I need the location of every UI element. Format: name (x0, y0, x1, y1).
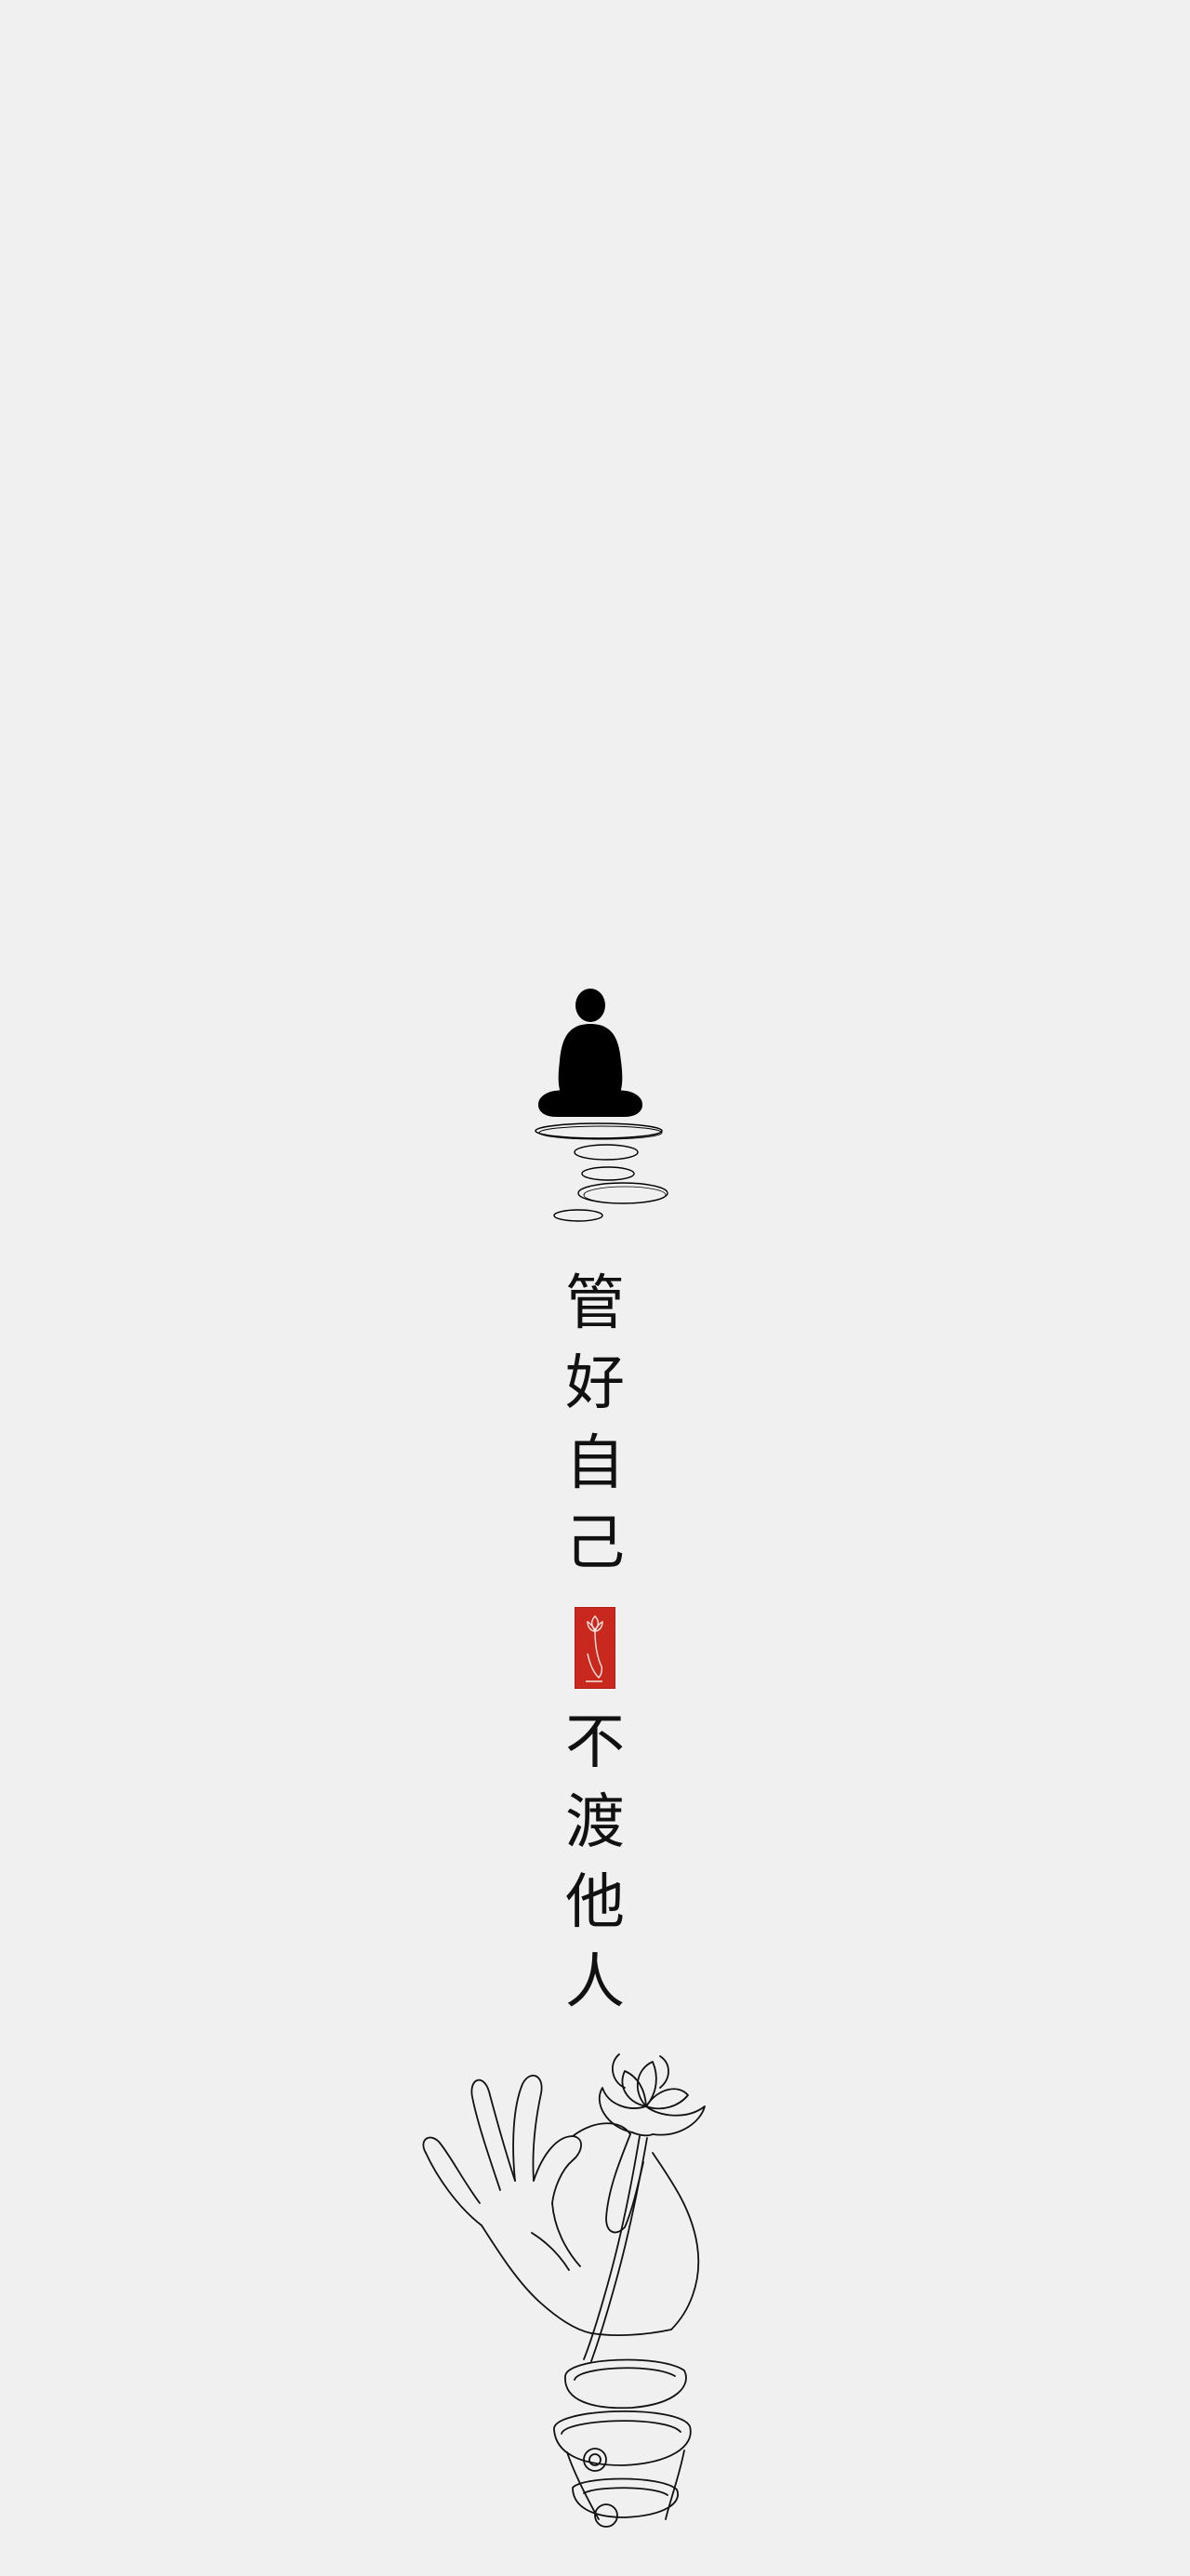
quote-char: 自 (565, 1429, 625, 1498)
quote-char: 渡 (565, 1788, 625, 1857)
quote-char: 人 (565, 1948, 625, 2017)
wallpaper-canvas: 管 好 自 己 不 渡 他 人 (0, 0, 1190, 2576)
lotus-seal-icon (575, 1607, 615, 1689)
quote-char: 己 (565, 1509, 625, 1578)
quote-char: 不 (565, 1708, 625, 1777)
meditating-figure-icon (535, 989, 668, 1222)
quote-column: 管 好 自 己 不 渡 他 人 (562, 1274, 628, 2033)
quote-char: 他 (565, 1868, 625, 1937)
quote-char: 好 (565, 1349, 625, 1418)
quote-char: 管 (565, 1269, 625, 1338)
hand-holding-lotus-icon (422, 2053, 706, 2528)
